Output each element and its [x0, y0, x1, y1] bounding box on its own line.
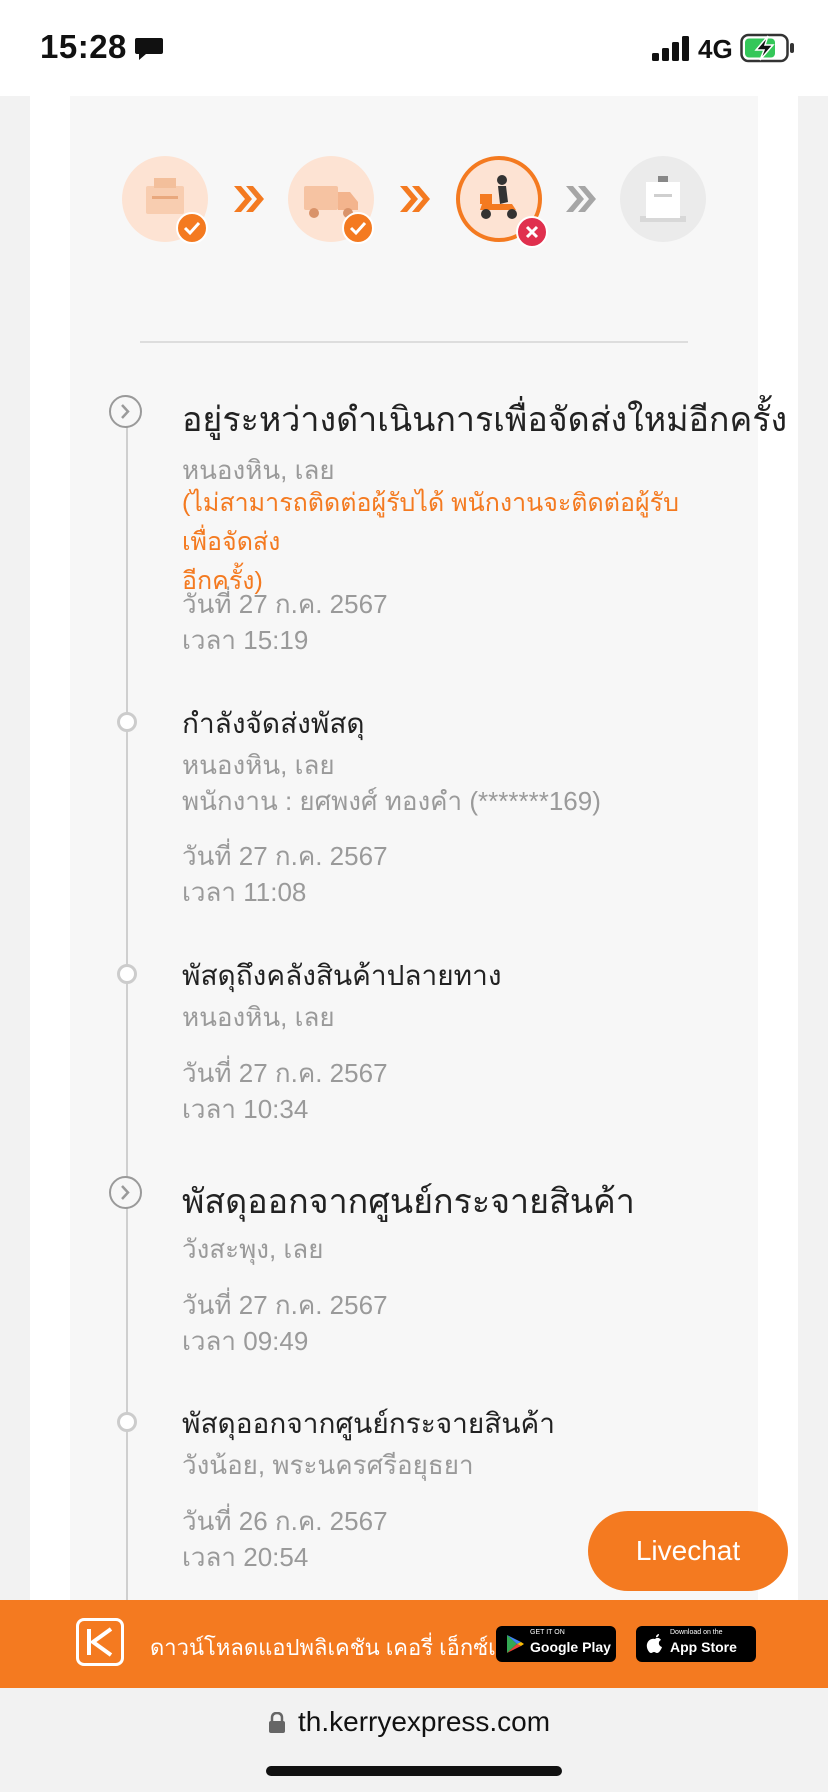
timeline-dot — [117, 712, 137, 732]
message-bubble-icon — [135, 38, 163, 60]
app-store-button[interactable]: Download on the App Store — [636, 1626, 756, 1662]
event-title: อยู่ระหว่างดำเนินการเพื่อจัดส่งใหม่อีกคร… — [182, 401, 788, 439]
event-title: พัสดุออกจากศูนย์กระจายสินค้า — [182, 1183, 635, 1221]
event-note-line: (ไม่สามารถติดต่อผู้รับได้ พนักงานจะติดต่… — [182, 489, 679, 556]
status-bar: 15:28 4G — [0, 0, 828, 96]
kerry-logo-icon[interactable] — [76, 1618, 124, 1666]
expand-chevron-icon[interactable] — [109, 1176, 142, 1209]
event-location: หนองหิน, เลย — [182, 1002, 335, 1032]
progress-step-out-for-delivery — [456, 156, 548, 248]
store-name: App Store — [670, 1639, 737, 1655]
failed-badge-icon — [516, 216, 548, 248]
progress-step-in-transit — [288, 156, 374, 244]
event-location: วังสะพุง, เลย — [182, 1234, 324, 1264]
event-time: เวลา 10:34 — [182, 1094, 309, 1124]
banner-text: ดาวน์โหลดแอปพลิเคชัน เคอรี่ เอ็กซ์เพรส — [150, 1635, 536, 1660]
event-time: เวลา 09:49 — [182, 1326, 309, 1356]
status-time: 15:28 — [40, 28, 127, 65]
progress-step-delivered — [620, 156, 706, 242]
event-date: วันที่ 27 ก.ค. 2567 — [182, 841, 388, 871]
lock-icon — [269, 1712, 285, 1733]
expand-chevron-icon[interactable] — [109, 395, 142, 428]
event-title: กำลังจัดส่งพัสดุ — [182, 708, 365, 739]
event-time: เวลา 20:54 — [182, 1542, 309, 1572]
divider — [140, 341, 688, 343]
store-caption: Download on the — [670, 1629, 723, 1636]
timeline-dot — [117, 1412, 137, 1432]
event-date: วันที่ 27 ก.ค. 2567 — [182, 1290, 388, 1320]
check-badge-icon — [176, 212, 208, 244]
battery-charging-icon — [740, 33, 794, 63]
delivered-box-icon — [640, 176, 686, 222]
home-indicator[interactable] — [266, 1766, 562, 1776]
tracking-panel — [70, 96, 758, 1600]
signal-bars-icon — [652, 36, 689, 61]
url-text: th.kerryexpress.com — [298, 1706, 551, 1737]
event-staff: พนักงาน : ยศพงศ์ ทองคำ (*******169) — [182, 786, 601, 816]
network-type: 4G — [698, 34, 733, 64]
store-name: Google Play — [530, 1639, 611, 1655]
event-date: วันที่ 27 ก.ค. 2567 — [182, 589, 388, 619]
event-time: เวลา 15:19 — [182, 625, 309, 655]
event-location: วังน้อย, พระนครศรีอยุธยา — [182, 1450, 474, 1480]
progress-step-picked-up — [122, 156, 208, 244]
event-location: หนองหิน, เลย — [182, 750, 335, 780]
event-date: วันที่ 27 ก.ค. 2567 — [182, 1058, 388, 1088]
timeline-dot — [117, 964, 137, 984]
event-time: เวลา 11:08 — [182, 877, 307, 907]
google-play-icon — [507, 1635, 524, 1653]
double-chevron-icon — [566, 186, 596, 212]
browser-url-bar[interactable]: th.kerryexpress.com — [0, 1688, 828, 1792]
apple-icon — [646, 1634, 662, 1653]
check-badge-icon — [342, 212, 374, 244]
double-chevron-icon — [234, 186, 264, 212]
store-caption: GET IT ON — [530, 1629, 565, 1636]
app-download-banner: ดาวน์โหลดแอปพลิเคชัน เคอรี่ เอ็กซ์เพรส G… — [0, 1600, 828, 1688]
event-date: วันที่ 26 ก.ค. 2567 — [182, 1506, 388, 1536]
google-play-button[interactable]: GET IT ON Google Play — [496, 1626, 616, 1662]
event-title: พัสดุออกจากศูนย์กระจายสินค้า — [182, 1408, 555, 1439]
event-title: พัสดุถึงคลังสินค้าปลายทาง — [182, 960, 502, 991]
livechat-button[interactable]: Livechat — [588, 1511, 788, 1591]
double-chevron-icon — [400, 186, 430, 212]
